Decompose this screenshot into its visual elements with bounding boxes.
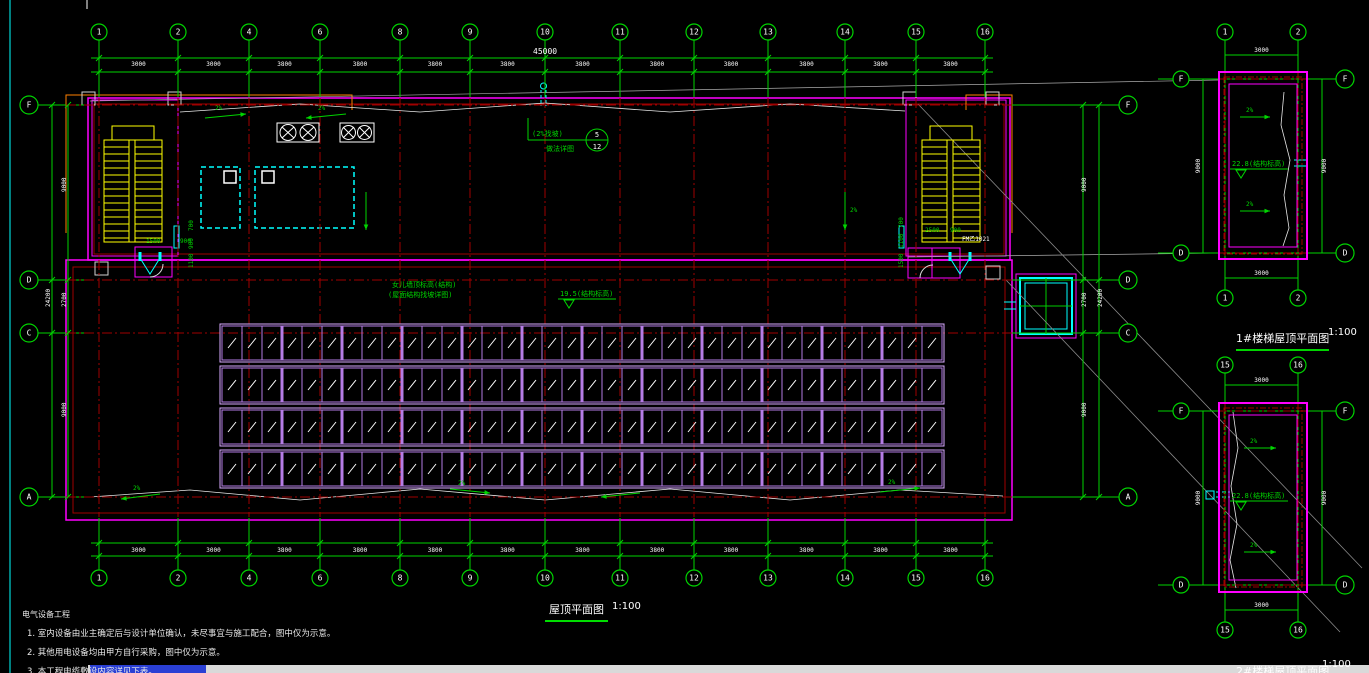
detail-scale: 1:100 (1328, 327, 1357, 338)
detail-scale: 1:100 (1322, 659, 1351, 670)
note-line: 1. 室内设备由业主确定后与设计单位确认，未尽事宜与施工配合，图中仅为示意。 (22, 627, 335, 639)
note-line: 3. 本工程电缆敷设内容详见下表。 (22, 665, 335, 673)
note-line: 2. 其他用电设备均由甲方自行采购，图中仅为示意。 (22, 646, 335, 658)
notes-heading: 电气设备工程 (22, 609, 335, 620)
text-overlay: 屋顶平面图 1:100 电气设备工程 1. 室内设备由业主确定后与设计单位确认，… (0, 0, 1369, 673)
main-plan-scale: 1:100 (612, 601, 641, 612)
main-plan-title-text: 屋顶平面图 (549, 603, 604, 616)
main-plan-title: 屋顶平面图 (545, 601, 608, 622)
detail-caption: 1#楼梯屋顶平面图 (1236, 330, 1329, 351)
cad-sheet: 1122446688991010111112121313141415151616… (0, 0, 1369, 673)
detail-caption: 2#楼梯屋顶平面图 (1236, 663, 1329, 673)
notes-block: 电气设备工程 1. 室内设备由业主确定后与设计单位确认，未尽事宜与施工配合，图中… (22, 609, 335, 673)
